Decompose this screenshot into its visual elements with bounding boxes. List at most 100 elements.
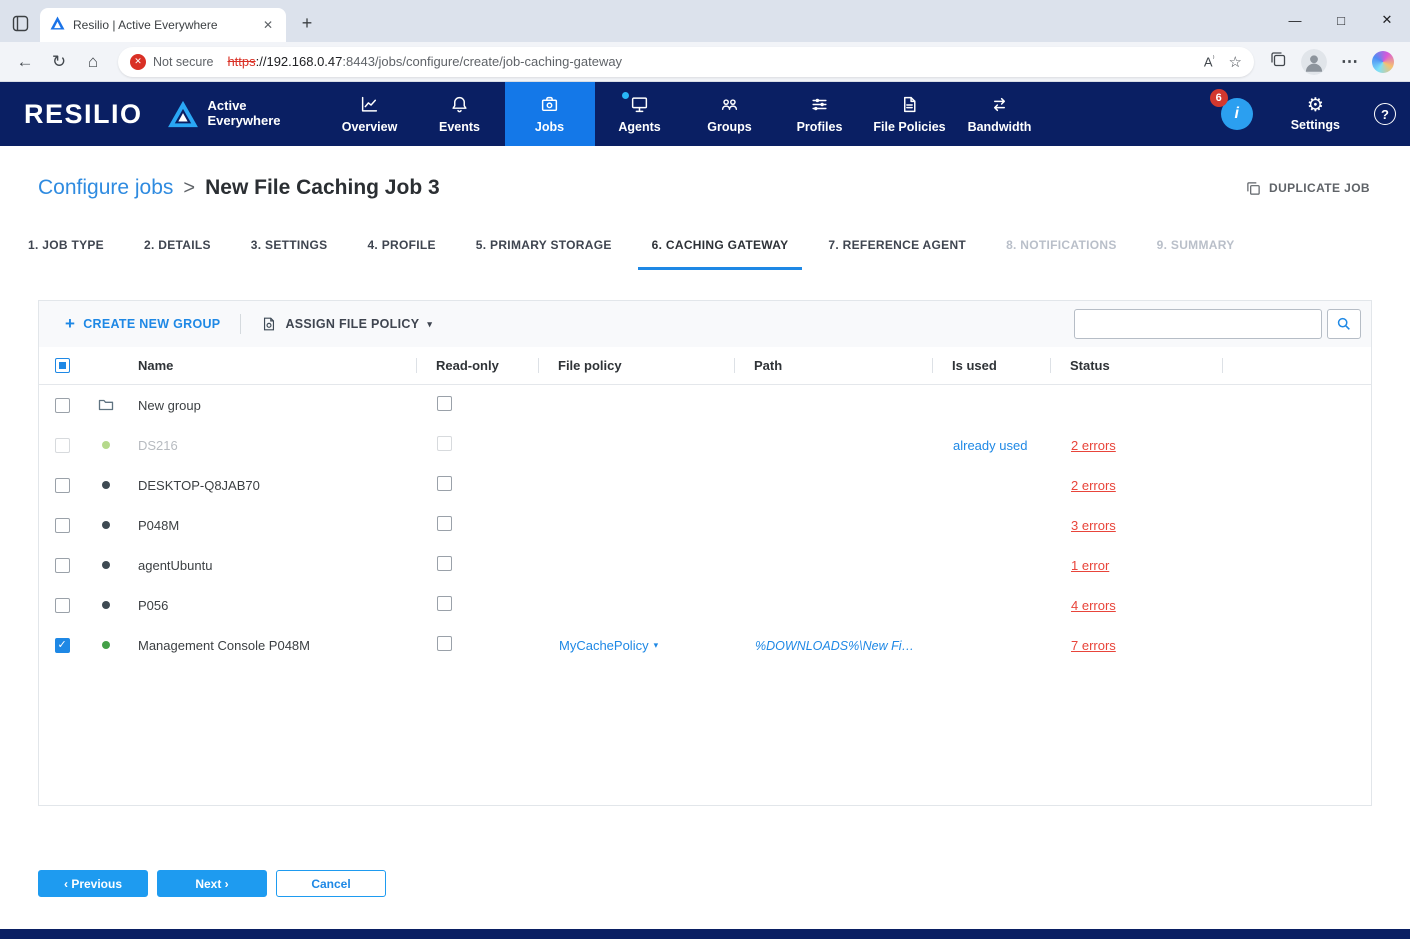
step-primary-storage[interactable]: 5. PRIMARY STORAGE [462,222,626,270]
home-icon[interactable]: ⌂ [76,52,110,72]
url-text[interactable]: https://192.168.0.47:8443/jobs/configure… [227,54,622,69]
row-checkbox[interactable] [55,398,70,413]
step-reference-agent[interactable]: 7. REFERENCE AGENT [814,222,980,270]
row-name: DESKTOP-Q8JAB70 [127,478,417,493]
product-line1: Active [208,99,281,114]
previous-button[interactable]: ‹ Previous [38,870,148,897]
tab-close-icon[interactable]: ✕ [260,18,276,32]
nav-item-events[interactable]: Events [415,82,505,146]
close-icon[interactable]: ✕ [1364,0,1410,40]
duplicate-job-button[interactable]: DUPLICATE JOB [1246,181,1370,196]
favorite-star-icon[interactable]: ☆ [1229,53,1242,71]
url-bar[interactable]: ✕ Not secure https://192.168.0.47:8443/j… [118,47,1254,77]
copilot-icon[interactable] [1372,51,1394,73]
row-checkbox[interactable] [55,518,70,533]
toolbar-divider [240,314,241,334]
search-input[interactable] [1074,309,1322,339]
readonly-checkbox[interactable] [437,556,452,571]
browser-tab[interactable]: Resilio | Active Everywhere ✕ [40,8,286,42]
plus-icon: + [65,314,75,334]
path-link[interactable]: %DOWNLOADS%\New Fi… [755,639,914,653]
status-errors-link[interactable]: 4 errors [1071,598,1116,613]
maximize-icon[interactable]: □ [1318,0,1364,40]
collections-icon[interactable] [1270,51,1287,73]
header-right: i 6 ⚙ Settings ? [1221,82,1410,146]
duplicate-label: DUPLICATE JOB [1269,181,1370,195]
select-all-checkbox[interactable] [55,358,70,373]
agent-status-dot [102,441,110,449]
next-button[interactable]: Next › [157,870,267,897]
chevron-down-icon: ▾ [654,640,659,651]
nav-item-jobs[interactable]: Jobs [505,82,595,146]
status-errors-link[interactable]: 2 errors [1071,438,1116,453]
agents-icon [630,95,649,115]
row-checkbox[interactable] [55,478,70,493]
readonly-checkbox[interactable] [437,636,452,651]
breadcrumb[interactable]: Configure jobs [38,176,173,200]
readonly-checkbox[interactable] [437,516,452,531]
nav-label: Groups [707,120,751,134]
profile-avatar[interactable] [1301,49,1327,75]
agent-status-dot [102,641,110,649]
row-icon-cell [85,505,127,545]
settings-button[interactable]: ⚙ Settings [1291,96,1340,132]
folder-icon [97,396,115,414]
step-settings[interactable]: 3. SETTINGS [237,222,342,270]
readonly-checkbox[interactable] [437,596,452,611]
tab-actions-icon[interactable] [6,6,34,40]
readonly-checkbox[interactable] [437,396,452,411]
nav-label: Events [439,120,480,134]
step-caching-gateway[interactable]: 6. CACHING GATEWAY [638,222,803,270]
readonly-checkbox[interactable] [437,476,452,491]
nav-item-file-policies[interactable]: File Policies [865,82,955,146]
table-row: DS216already used2 errors [39,425,1371,465]
column-header-name: Name [127,347,417,384]
overview-icon [360,95,379,115]
assign-file-policy-button[interactable]: ASSIGN FILE POLICY ▾ [249,316,444,332]
row-checkbox[interactable] [55,638,70,653]
nav-item-bandwidth[interactable]: Bandwidth [955,82,1045,146]
product-logo: Active Everywhere [167,82,325,146]
new-tab-button[interactable]: + [292,8,322,38]
browser-actions: ⋯ [1262,49,1402,75]
table-row: New group [39,385,1371,425]
search-button[interactable] [1327,309,1361,339]
step-details[interactable]: 2. DETAILS [130,222,225,270]
table-row: DESKTOP-Q8JAB70 2 errors [39,465,1371,505]
agent-status-dot [102,521,110,529]
row-checkbox[interactable] [55,558,70,573]
row-checkbox [55,438,70,453]
not-secure-icon[interactable]: ✕ [130,54,146,70]
browser-menu-icon[interactable]: ⋯ [1341,52,1358,72]
table-row: Management Console P048MMyCachePolicy ▾%… [39,625,1371,665]
notifications-button[interactable]: i 6 [1221,98,1253,130]
search-area [1074,309,1361,339]
not-secure-label[interactable]: Not secure [153,55,213,69]
cancel-button[interactable]: Cancel [276,870,386,897]
events-icon [450,95,469,115]
nav-item-profiles[interactable]: Profiles [775,82,865,146]
file-policy-select[interactable]: MyCachePolicy ▾ [559,638,658,653]
create-new-group-button[interactable]: + CREATE NEW GROUP [53,314,232,334]
back-icon[interactable]: ← [8,52,42,72]
nav-item-overview[interactable]: Overview [325,82,415,146]
nav-item-agents[interactable]: Agents [595,82,685,146]
url-path: :8443/jobs/configure/create/job-caching-… [342,54,622,69]
step-profile[interactable]: 4. PROFILE [353,222,449,270]
status-errors-link[interactable]: 1 error [1071,558,1109,573]
browser-toolbar: ← ↻ ⌂ ✕ Not secure https://192.168.0.47:… [0,42,1410,82]
refresh-icon[interactable]: ↻ [42,52,76,72]
minimize-icon[interactable]: — [1272,0,1318,40]
step-job-type[interactable]: 1. JOB TYPE [14,222,118,270]
status-errors-link[interactable]: 2 errors [1071,478,1116,493]
nav-item-groups[interactable]: Groups [685,82,775,146]
read-aloud-icon[interactable]: A⁾ [1204,54,1215,69]
tab-strip: Resilio | Active Everywhere ✕ + — □ ✕ [0,0,1410,42]
status-errors-link[interactable]: 7 errors [1071,638,1116,653]
column-header-readonly: Read-only [417,347,539,384]
duplicate-icon [1246,181,1261,196]
help-button[interactable]: ? [1374,103,1396,125]
row-checkbox[interactable] [55,598,70,613]
page-title: New File Caching Job 3 [205,176,440,200]
status-errors-link[interactable]: 3 errors [1071,518,1116,533]
